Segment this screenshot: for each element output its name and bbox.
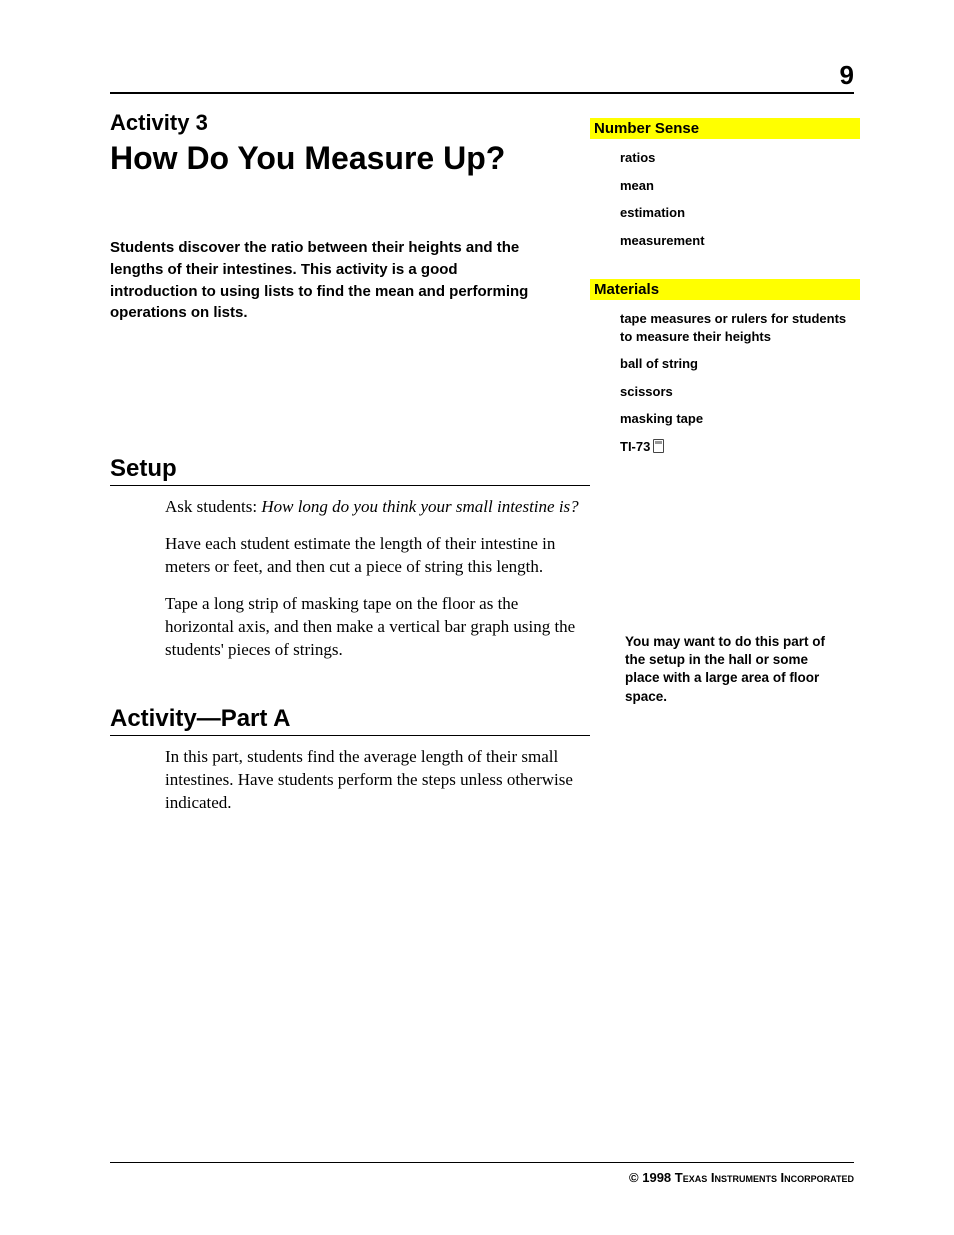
materials-heading: Materials: [590, 279, 860, 300]
top-rule: [110, 92, 854, 94]
setup-section: Setup Ask students: How long do you thin…: [110, 455, 590, 676]
setup-p1-lead: Ask students:: [165, 497, 261, 516]
intro-paragraph: Students discover the ratio between thei…: [110, 237, 540, 324]
footer-rule: [110, 1162, 854, 1163]
calculator-icon: [653, 439, 664, 453]
list-item: ratios: [620, 149, 860, 167]
part-a-heading: Activity—Part A: [110, 705, 590, 736]
list-item: measurement: [620, 232, 860, 250]
calculator-label: TI-73: [620, 439, 650, 454]
activity-label: Activity 3: [110, 110, 560, 136]
list-item: mean: [620, 177, 860, 195]
setup-paragraph-1: Ask students: How long do you think your…: [165, 496, 585, 519]
page-title: How Do You Measure Up?: [110, 140, 560, 177]
list-item: masking tape: [620, 410, 860, 428]
setup-p1-question: How long do you think your small intesti…: [261, 497, 578, 516]
list-item: estimation: [620, 204, 860, 222]
setup-paragraph-2: Have each student estimate the length of…: [165, 533, 585, 579]
list-item: TI-73: [620, 438, 860, 456]
list-item: tape measures or rulers for students to …: [620, 310, 860, 345]
materials-list: tape measures or rulers for students to …: [620, 310, 860, 455]
setup-heading: Setup: [110, 455, 590, 486]
sidebar: Number Sense ratios mean estimation meas…: [590, 118, 860, 485]
part-a-paragraph-1: In this part, students find the average …: [165, 746, 585, 815]
list-item: ball of string: [620, 355, 860, 373]
number-sense-list: ratios mean estimation measurement: [620, 149, 860, 249]
page-number: 9: [840, 60, 854, 91]
part-a-section: Activity—Part A In this part, students f…: [110, 705, 590, 829]
margin-note: You may want to do this part of the setu…: [625, 633, 835, 706]
number-sense-heading: Number Sense: [590, 118, 860, 139]
header-block: Activity 3 How Do You Measure Up? Studen…: [110, 110, 560, 364]
setup-paragraph-3: Tape a long strip of masking tape on the…: [165, 593, 585, 662]
list-item: scissors: [620, 383, 860, 401]
page: 9 Activity 3 How Do You Measure Up? Stud…: [0, 0, 954, 1235]
footer-copyright: © 1998 Texas Instruments Incorporated: [629, 1170, 854, 1185]
